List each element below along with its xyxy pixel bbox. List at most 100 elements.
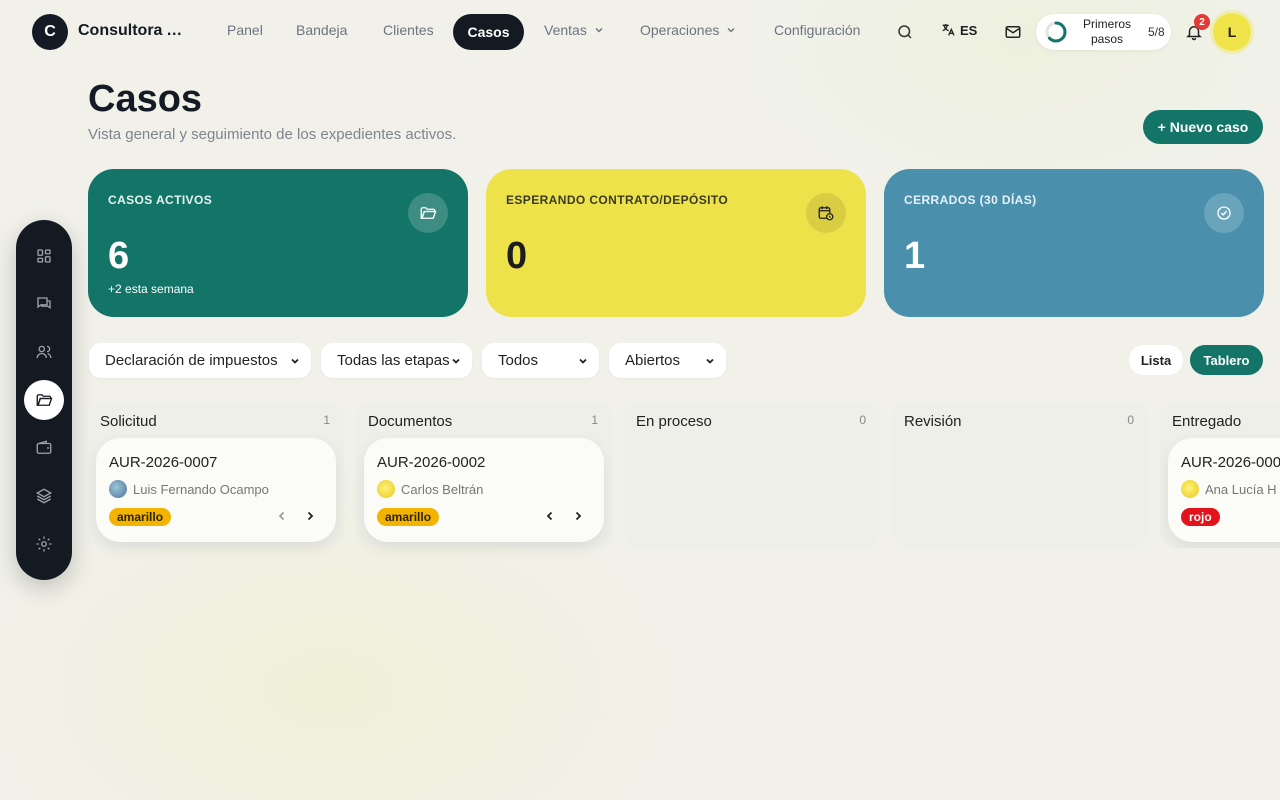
case-client: Luis Fernando Ocampo <box>109 480 269 498</box>
filter-assignee[interactable]: Todos <box>482 343 599 378</box>
board-column-documentos: Documentos 1 AUR-2026-0002 Carlos Beltrá… <box>356 402 612 548</box>
chevron-down-icon <box>291 358 299 364</box>
filter-status[interactable]: Abiertos <box>609 343 726 378</box>
status-tag: rojo <box>1181 508 1220 526</box>
rail-clients-icon[interactable] <box>24 332 64 372</box>
case-id: AUR-2026-0002 <box>377 454 486 471</box>
nav-panel[interactable]: Panel <box>227 22 263 38</box>
nav-bandeja[interactable]: Bandeja <box>296 22 347 38</box>
nav-ventas[interactable]: Ventas <box>544 22 605 38</box>
chevron-left-icon[interactable] <box>542 508 558 524</box>
card-move-controls <box>542 508 586 524</box>
filter-stage[interactable]: Todas las etapas <box>321 343 472 378</box>
stat-card-closed: CERRADOS (30 DÍAS) 1 <box>884 169 1264 317</box>
search-icon[interactable] <box>893 20 917 44</box>
nav-operaciones[interactable]: Operaciones <box>640 22 737 38</box>
column-title: Revisión <box>904 413 962 430</box>
stat-label: CERRADOS (30 DÍAS) <box>904 193 1037 207</box>
chevron-left-icon[interactable] <box>274 508 290 524</box>
onboarding-progress[interactable]: Primeros pasos 5/8 <box>1036 14 1171 50</box>
calendar-clock-icon <box>806 193 846 233</box>
case-id: AUR-2026-0001 <box>1181 454 1280 471</box>
filter-stage-value: Todas las etapas <box>337 352 450 369</box>
case-card[interactable]: AUR-2026-0001 Ana Lucía H rojo <box>1168 438 1280 542</box>
nav-clientes-label: Clientes <box>383 22 434 38</box>
column-count: 0 <box>1127 413 1134 427</box>
rail-messages-icon[interactable] <box>24 284 64 324</box>
stat-value: 6 <box>108 235 130 277</box>
check-circle-icon <box>1204 193 1244 233</box>
page-title: Casos <box>88 78 203 120</box>
nav-ventas-label: Ventas <box>544 22 587 38</box>
client-avatar <box>1181 480 1199 498</box>
client-name: Carlos Beltrán <box>401 481 484 497</box>
board-column-revision: Revisión 0 <box>892 402 1148 548</box>
filter-assignee-value: Todos <box>498 352 539 369</box>
column-title: Entregado <box>1172 413 1242 430</box>
notifications-button[interactable]: 2 <box>1182 14 1210 44</box>
stat-value: 1 <box>904 235 926 277</box>
column-count: 1 <box>323 413 330 427</box>
nav-panel-label: Panel <box>227 22 263 38</box>
chevron-down-icon <box>579 358 587 364</box>
case-card[interactable]: AUR-2026-0002 Carlos Beltrán amarillo <box>364 438 604 542</box>
status-tag: amarillo <box>377 508 440 526</box>
stat-note: +2 esta semana <box>108 282 194 296</box>
column-count: 0 <box>859 413 866 427</box>
onboarding-count: 5/8 <box>1148 25 1165 39</box>
view-list-button[interactable]: Lista <box>1129 345 1183 375</box>
board-column-entregado: Entregado AUR-2026-0001 Ana Lucía H rojo <box>1160 402 1280 548</box>
stat-label: CASOS ACTIVOS <box>108 193 213 207</box>
notification-badge: 2 <box>1194 14 1210 30</box>
board-column-solicitud: Solicitud 1 AUR-2026-0007 Luis Fernando … <box>88 402 344 548</box>
stat-value: 0 <box>506 235 528 277</box>
client-name: Luis Fernando Ocampo <box>133 481 269 497</box>
page-subtitle: Vista general y seguimiento de los exped… <box>88 126 457 143</box>
mail-icon[interactable] <box>1001 20 1025 44</box>
stat-label: ESPERANDO CONTRATO/DEPÓSITO <box>506 193 729 207</box>
rail-cases-icon[interactable] <box>24 380 64 420</box>
rail-wallet-icon[interactable] <box>24 428 64 468</box>
user-avatar[interactable]: L <box>1213 13 1251 51</box>
stat-card-waiting: ESPERANDO CONTRATO/DEPÓSITO 0 <box>486 169 866 317</box>
filter-status-value: Abiertos <box>625 352 681 369</box>
filter-service-value: Declaración de impuestos <box>105 352 278 369</box>
column-title: Solicitud <box>100 413 157 430</box>
rail-settings-icon[interactable] <box>24 524 64 564</box>
language-switch[interactable]: ES <box>940 22 977 38</box>
chevron-down-icon <box>452 358 460 364</box>
client-name: Ana Lucía H <box>1205 481 1277 497</box>
chevron-down-icon <box>727 28 735 33</box>
nav-configuracion-label: Configuración <box>774 22 861 38</box>
nav-casos[interactable]: Casos <box>453 14 524 50</box>
column-count: 1 <box>591 413 598 427</box>
chevron-right-icon[interactable] <box>570 508 586 524</box>
chevron-down-icon <box>595 28 603 33</box>
chevron-down-icon <box>706 358 714 364</box>
rail-layers-icon[interactable] <box>24 476 64 516</box>
brand-name: Consultora Aurora <box>78 22 190 39</box>
view-board-button[interactable]: Tablero <box>1190 345 1263 375</box>
logo[interactable]: C <box>32 14 68 50</box>
case-card[interactable]: AUR-2026-0007 Luis Fernando Ocampo amari… <box>96 438 336 542</box>
status-tag: amarillo <box>109 508 172 526</box>
board-column-en-proceso: En proceso 0 <box>624 402 880 548</box>
chevron-right-icon[interactable] <box>302 508 318 524</box>
nav-clientes[interactable]: Clientes <box>383 22 434 38</box>
filter-service[interactable]: Declaración de impuestos <box>89 343 311 378</box>
rail-dashboard-icon[interactable] <box>24 236 64 276</box>
client-avatar <box>109 480 127 498</box>
column-title: Documentos <box>368 413 453 430</box>
folder-icon <box>408 193 448 233</box>
language-label: ES <box>960 22 978 38</box>
column-title: En proceso <box>636 413 712 430</box>
client-avatar <box>377 480 395 498</box>
stat-card-active: CASOS ACTIVOS 6 +2 esta semana <box>88 169 468 317</box>
case-id: AUR-2026-0007 <box>109 454 218 471</box>
case-client: Carlos Beltrán <box>377 480 483 498</box>
new-case-button[interactable]: + Nuevo caso <box>1143 110 1263 144</box>
nav-configuracion[interactable]: Configuración <box>774 22 860 38</box>
case-client: Ana Lucía H <box>1181 480 1277 498</box>
nav-casos-label: Casos <box>467 24 510 40</box>
card-move-controls <box>274 508 318 524</box>
